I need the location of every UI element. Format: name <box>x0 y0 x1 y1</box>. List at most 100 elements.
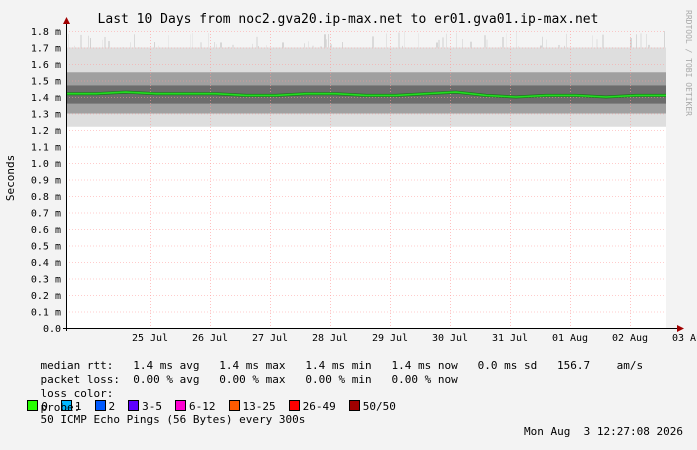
x-tick-label: 01 Aug <box>552 333 588 344</box>
smoke-spike <box>68 34 69 48</box>
smoke-spike <box>546 40 547 48</box>
smoke-spike <box>398 33 400 48</box>
y-tick-label: 1.1 m <box>31 143 61 154</box>
smoke-spike <box>74 46 75 48</box>
smoke-spike <box>328 34 329 47</box>
smoke-spike <box>190 34 191 47</box>
smoke-spike <box>664 31 665 47</box>
smoke-spike <box>500 47 501 48</box>
y-tick-label: 1.8 m <box>31 27 61 38</box>
probe-text: 50 ICMP Echo Pings (56 Bytes) every 300s <box>41 413 306 426</box>
smoke-spike <box>438 40 440 48</box>
smoke-spike <box>308 41 309 47</box>
smoke-spike <box>456 33 457 48</box>
y-tick-label: 1.6 m <box>31 60 61 71</box>
smoke-spike <box>168 35 169 47</box>
smoke-spike <box>592 35 593 47</box>
x-tick-label: 02 Aug <box>612 333 648 344</box>
smoke-spike <box>502 37 504 47</box>
y-tick-label: 1.4 m <box>31 93 61 104</box>
smoke-spike <box>330 44 332 47</box>
smoke-spike <box>470 42 472 48</box>
smoke-spike <box>312 46 314 48</box>
smoke-spike <box>88 36 89 48</box>
x-tick-label: 28 Jul <box>312 333 348 344</box>
smoke-band <box>66 31 666 127</box>
smoke-spike <box>558 45 560 48</box>
chart: Last 10 Days from noc2.gva20.ip-max.net … <box>0 0 697 345</box>
y-tick-label: 0.8 m <box>31 192 61 203</box>
smoke-spike <box>220 42 222 47</box>
smoke-spike <box>418 33 419 47</box>
smoke-spike <box>102 40 103 48</box>
smoke-spike <box>596 39 598 47</box>
smoke-spike <box>386 33 387 47</box>
smoke-spike <box>342 42 343 47</box>
x-tick-label: 30 Jul <box>432 333 468 344</box>
smoke-spike <box>80 35 82 48</box>
smoke-spike <box>442 37 444 47</box>
smoke-spike <box>640 33 642 47</box>
x-tick-label: 03 Aug <box>672 333 697 344</box>
smoke-spike <box>256 37 258 48</box>
x-tick-label: 26 Jul <box>192 333 228 344</box>
smoke-spike <box>158 46 159 48</box>
smoke-spike <box>566 34 567 48</box>
smoke-spike <box>462 39 463 48</box>
y-tick-label: 1.5 m <box>31 77 61 88</box>
smoke-spike <box>232 45 234 48</box>
probe-timestamp: Mon Aug 3 12:27:08 2026 <box>524 426 683 438</box>
smoke-spike <box>446 34 447 48</box>
smoke-spike <box>266 45 267 47</box>
x-axis-arrow <box>677 325 684 332</box>
smoke-spike <box>200 42 202 47</box>
x-tick-label: 25 Jul <box>132 333 168 344</box>
probe-info: probe: 50 ICMP Echo Pings (56 Bytes) eve… <box>14 390 683 450</box>
y-tick-label: 0.3 m <box>31 275 61 286</box>
smoke-spike <box>484 35 486 47</box>
smoke-spike <box>542 37 543 48</box>
smoke-spike <box>516 31 517 47</box>
smoke-spike <box>564 46 565 48</box>
smoke-spike <box>154 42 155 47</box>
smoke-spike <box>540 46 542 48</box>
smoke-spike <box>636 34 637 47</box>
smoke-spike <box>304 43 305 47</box>
y-tick-label: 1.0 m <box>31 159 61 170</box>
smoke-spike <box>324 34 326 47</box>
smoke-spike <box>252 44 253 48</box>
smoke-spike <box>402 46 403 48</box>
smoke-spike <box>372 36 374 47</box>
y-axis-arrow <box>63 17 70 24</box>
x-tick-label: 29 Jul <box>372 333 408 344</box>
smoke-spike <box>216 44 217 47</box>
y-tick-label: 0.5 m <box>31 242 61 253</box>
y-tick-label: 0.0 <box>43 324 61 335</box>
smoke-spike <box>648 45 650 48</box>
smoke-spike <box>506 33 507 47</box>
y-tick-label: 0.7 m <box>31 209 61 220</box>
chart-title: Last 10 Days from noc2.gva20.ip-max.net … <box>98 12 599 27</box>
y-tick-label: 1.7 m <box>31 44 61 55</box>
y-tick-label: 1.2 m <box>31 126 61 137</box>
x-tick-label: 31 Jul <box>492 333 528 344</box>
rrdtool-watermark: RRDTOOL / TOBI OETIKER <box>684 10 693 116</box>
smoke-spike <box>258 46 259 48</box>
y-tick-label: 0.9 m <box>31 176 61 187</box>
smoke-spike <box>208 33 209 47</box>
smoke-spike <box>134 34 135 47</box>
smoke-spike <box>108 41 110 47</box>
smoke-spike <box>130 42 131 47</box>
y-tick-label: 0.4 m <box>31 258 61 269</box>
smoke-spike <box>646 34 647 48</box>
smoke-spike <box>404 31 405 47</box>
y-tick-label: 0.2 m <box>31 291 61 302</box>
smoke-spike <box>214 42 215 48</box>
smoke-spike <box>602 35 604 48</box>
smoke-spike <box>282 42 284 47</box>
plot-area: 0.00.1 m0.2 m0.3 m0.4 m0.5 m0.6 m0.7 m0.… <box>31 17 697 344</box>
smoke-spike <box>320 46 322 47</box>
y-tick-label: 0.6 m <box>31 225 61 236</box>
smoke-spike <box>326 39 327 47</box>
smoke-spike <box>486 40 488 48</box>
